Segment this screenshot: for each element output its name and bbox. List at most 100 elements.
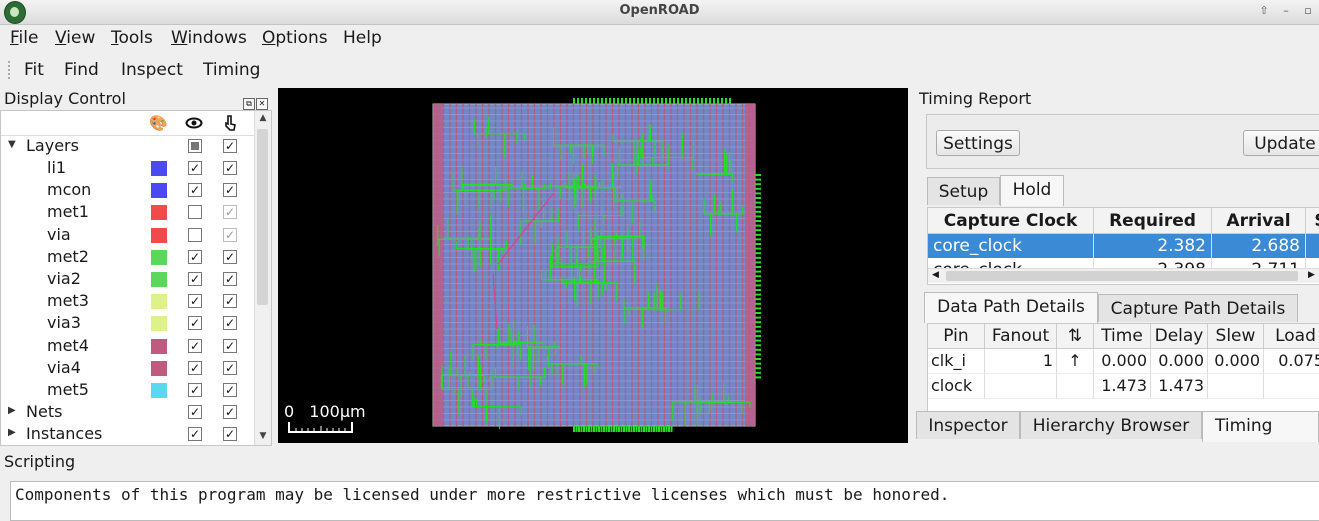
- layer-color-swatch[interactable]: [151, 272, 167, 287]
- fit-button[interactable]: Fit: [24, 60, 44, 80]
- tab-hierarchy-browser[interactable]: Hierarchy Browser: [1020, 411, 1202, 439]
- column-header-fanout[interactable]: Fanout: [985, 324, 1057, 349]
- layer-color-swatch[interactable]: [151, 294, 167, 310]
- layer-color-swatch[interactable]: [151, 316, 167, 332]
- layer-selectable-checkbox[interactable]: ✓: [223, 227, 237, 242]
- menu-help[interactable]: Help: [343, 28, 382, 48]
- column-header-arrival[interactable]: Arrival: [1212, 208, 1306, 234]
- layer-color-swatch[interactable]: [151, 249, 167, 265]
- layer-selectable-checkbox[interactable]: ✓: [223, 360, 237, 375]
- table-row[interactable]: core_clock 2.382 2.688: [928, 234, 1319, 258]
- layer-visible-checkbox[interactable]: ✓: [188, 294, 202, 309]
- instances-visible-checkbox[interactable]: ✓: [188, 427, 202, 441]
- layer-row-via4[interactable]: via4 ✓ ✓: [1, 357, 255, 379]
- layer-color-swatch[interactable]: [151, 161, 167, 176]
- scripting-console[interactable]: Components of this program may be licens…: [10, 481, 1319, 521]
- table-row[interactable]: clk_i 1 ↑ 0.000 0.000 0.000 0.075: [928, 349, 1319, 374]
- layer-row-met1[interactable]: met1 ✓: [1, 201, 255, 223]
- column-header-required[interactable]: Required: [1094, 208, 1212, 234]
- layer-row-met3[interactable]: met3 ✓ ✓: [1, 290, 255, 312]
- layer-visible-checkbox[interactable]: ✓: [188, 360, 202, 375]
- paths-horizontal-scrollbar[interactable]: ◀ ▶: [928, 268, 1319, 283]
- layer-visible-checkbox[interactable]: ✓: [188, 183, 202, 198]
- layer-visible-checkbox[interactable]: ✓: [188, 249, 202, 264]
- layers-selectable-checkbox[interactable]: ✓: [223, 139, 237, 153]
- column-header-slack[interactable]: S: [1306, 208, 1319, 234]
- layer-row-met5[interactable]: met5 ✓ ✓: [1, 379, 255, 401]
- display-control-scrollbar[interactable]: ▲ ▼: [254, 111, 271, 445]
- scroll-left-icon[interactable]: ◀: [932, 270, 939, 280]
- layer-visible-checkbox[interactable]: [188, 205, 202, 220]
- expand-down-icon[interactable]: ▼: [8, 139, 16, 150]
- expand-right-icon[interactable]: ▶: [8, 427, 16, 438]
- nets-selectable-checkbox[interactable]: ✓: [223, 405, 237, 419]
- column-header-capture-clock[interactable]: Capture Clock: [928, 208, 1094, 234]
- layer-selectable-checkbox[interactable]: ✓: [223, 383, 237, 397]
- layer-visible-checkbox[interactable]: ✓: [188, 272, 202, 286]
- layer-color-swatch[interactable]: [151, 338, 167, 354]
- tab-inspector[interactable]: Inspector: [916, 411, 1020, 439]
- layer-selectable-checkbox[interactable]: ✓: [223, 205, 237, 220]
- layer-row-via3[interactable]: via3 ✓ ✓: [1, 312, 255, 334]
- inspect-button[interactable]: Inspect: [121, 60, 183, 80]
- layer-row-via2[interactable]: via2 ✓ ✓: [1, 268, 255, 290]
- column-header-time[interactable]: Time: [1094, 324, 1151, 349]
- column-header-load[interactable]: Load: [1264, 324, 1319, 349]
- find-button[interactable]: Find: [64, 60, 99, 80]
- layer-visible-checkbox[interactable]: ✓: [188, 383, 202, 397]
- menu-options[interactable]: Options: [262, 28, 328, 48]
- layer-row-mcon[interactable]: mcon ✓ ✓: [1, 179, 255, 201]
- column-header-slew[interactable]: Slew: [1208, 324, 1264, 349]
- restore-icon[interactable]: ▫: [1300, 3, 1316, 19]
- layer-row-li1[interactable]: li1 ✓ ✓: [1, 157, 255, 179]
- layer-selectable-checkbox[interactable]: ✓: [223, 272, 237, 286]
- chip-layout[interactable]: [278, 88, 908, 443]
- layer-visible-checkbox[interactable]: [188, 227, 202, 242]
- close-icon[interactable]: ✕: [256, 98, 268, 110]
- menu-view[interactable]: View: [55, 28, 95, 48]
- layer-row-met4[interactable]: met4 ✓ ✓: [1, 335, 255, 357]
- tab-hold[interactable]: Hold: [1000, 175, 1064, 206]
- toolbar-grip[interactable]: [8, 61, 14, 79]
- layer-visible-checkbox[interactable]: ✓: [188, 161, 202, 175]
- column-header-delay[interactable]: Delay: [1151, 324, 1208, 349]
- nets-group-row[interactable]: ▶ Nets ✓ ✓: [1, 401, 255, 423]
- layer-color-swatch[interactable]: [151, 205, 167, 221]
- column-header-direction[interactable]: ⇅: [1057, 324, 1094, 349]
- layer-visible-checkbox[interactable]: ✓: [188, 316, 202, 331]
- instances-group-row[interactable]: ▶ Instances ✓ ✓: [1, 423, 255, 445]
- scroll-down-icon[interactable]: ▼: [255, 431, 271, 441]
- float-icon[interactable]: ⧉: [243, 98, 255, 110]
- layer-color-swatch[interactable]: [151, 183, 167, 199]
- instances-selectable-checkbox[interactable]: ✓: [223, 427, 237, 441]
- tab-setup[interactable]: Setup: [927, 177, 1000, 205]
- layout-viewer[interactable]: [278, 88, 908, 443]
- tab-capture-path-details[interactable]: Capture Path Details: [1098, 294, 1298, 322]
- maximize-arrow-icon[interactable]: ⇧: [1256, 3, 1272, 19]
- update-button[interactable]: Update: [1243, 130, 1319, 156]
- tab-data-path-details[interactable]: Data Path Details: [924, 292, 1098, 323]
- menu-file[interactable]: File: [10, 28, 38, 48]
- layer-selectable-checkbox[interactable]: ✓: [223, 338, 237, 353]
- layers-group-row[interactable]: ▼ Layers ✓: [1, 135, 255, 157]
- layer-color-swatch[interactable]: [151, 360, 167, 376]
- layer-row-via[interactable]: via ✓: [1, 224, 255, 246]
- layer-color-swatch[interactable]: [151, 383, 167, 398]
- minimize-icon[interactable]: –: [1278, 3, 1294, 19]
- menu-windows[interactable]: Windows: [171, 28, 247, 48]
- layer-selectable-checkbox[interactable]: ✓: [223, 316, 237, 331]
- layer-visible-checkbox[interactable]: ✓: [188, 338, 202, 353]
- layer-selectable-checkbox[interactable]: ✓: [223, 183, 237, 198]
- scroll-up-icon[interactable]: ▲: [255, 113, 271, 123]
- timing-button[interactable]: Timing: [203, 60, 260, 80]
- layer-selectable-checkbox[interactable]: ✓: [223, 249, 237, 264]
- layer-selectable-checkbox[interactable]: ✓: [223, 161, 237, 175]
- layer-selectable-checkbox[interactable]: ✓: [223, 294, 237, 309]
- menu-tools[interactable]: Tools: [111, 28, 153, 48]
- layer-color-swatch[interactable]: [151, 227, 167, 243]
- nets-visible-checkbox[interactable]: ✓: [188, 405, 202, 419]
- column-header-pin[interactable]: Pin: [928, 324, 985, 349]
- layers-visible-checkbox[interactable]: [188, 139, 202, 153]
- settings-button[interactable]: Settings: [936, 130, 1020, 156]
- layer-row-met2[interactable]: met2 ✓ ✓: [1, 246, 255, 268]
